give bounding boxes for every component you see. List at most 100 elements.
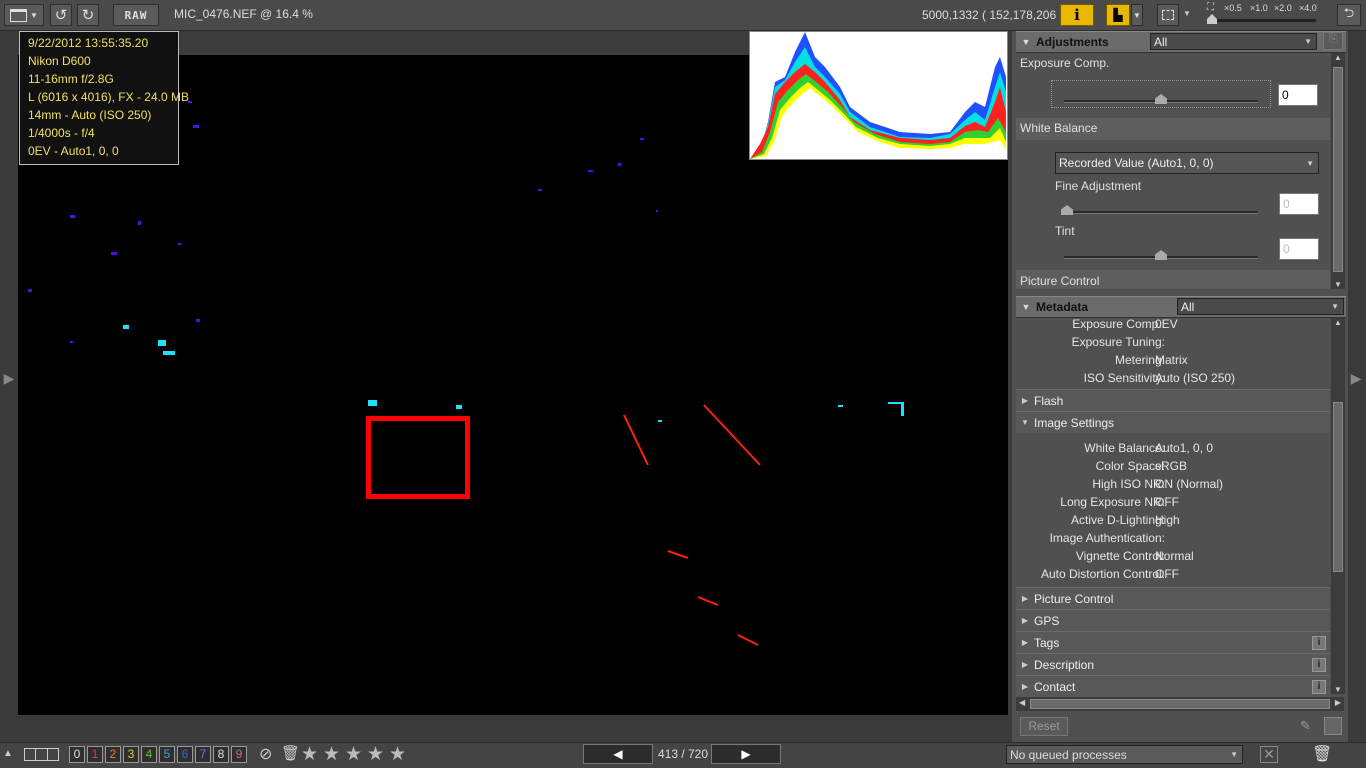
scroll-up-icon[interactable]: ▲ (1334, 318, 1342, 327)
tint-label: Tint (1055, 224, 1075, 238)
label-8[interactable]: 8 (213, 746, 229, 763)
next-panel-arrow[interactable]: ▶ (1346, 370, 1366, 400)
reject-trash-icon[interactable]: 🗑 (281, 744, 300, 762)
meta-value: OFF (1155, 495, 1179, 509)
metadata-hscrollbar[interactable]: ◀ ▶ (1016, 697, 1344, 711)
histogram-button[interactable]: ▙ (1106, 4, 1130, 26)
scroll-up-icon[interactable]: ▲ (1334, 53, 1342, 62)
tint-input[interactable]: 0 (1279, 238, 1319, 260)
scroll-right-icon[interactable]: ▶ (1335, 698, 1341, 707)
queue-select-value: No queued processes (1010, 747, 1127, 762)
label-7[interactable]: 7 (195, 746, 211, 763)
raw-button[interactable]: RAW (113, 4, 159, 26)
rotate-right-button[interactable]: ↻ (77, 4, 99, 26)
label-0[interactable]: 0 (69, 746, 85, 763)
edit-icon[interactable]: ✎ (1300, 718, 1311, 734)
expand-up-icon[interactable]: ▲ (3, 748, 13, 759)
meta-value: 0EV (1155, 317, 1178, 331)
rotate-left-button[interactable]: ↺ (50, 4, 72, 26)
description-section-label: Description (1034, 657, 1095, 672)
chevron-down-icon[interactable]: ▼ (1183, 9, 1191, 18)
queue-select[interactable]: No queued processes ▼ (1006, 745, 1243, 764)
scroll-down-icon[interactable]: ▼ (1334, 685, 1342, 694)
star-icon[interactable]: ★ (323, 743, 340, 766)
back-button[interactable]: ⮌ (1337, 4, 1361, 26)
star-icon[interactable]: ★ (367, 743, 384, 766)
contact-section[interactable]: ▶ Contact i (1016, 675, 1330, 697)
fine-adjustment-label: Fine Adjustment (1055, 179, 1142, 193)
label-3[interactable]: 3 (123, 746, 139, 763)
label-6[interactable]: 6 (177, 746, 193, 763)
white-balance-select[interactable]: Recorded Value (Auto1, 0, 0) ▼ (1055, 152, 1319, 174)
star-icon[interactable]: ★ (389, 743, 406, 766)
adjustments-copy-icon[interactable]: ⎘ (1323, 32, 1343, 50)
next-arrow-icon: ▶ (741, 747, 751, 761)
star-icon[interactable]: ★ (301, 743, 318, 766)
image-settings-section[interactable]: ▼ Image Settings (1016, 411, 1330, 433)
meta-row: Color Space: sRGB (1016, 459, 1330, 477)
metadata-scrollbar[interactable]: ▲ ▼ (1331, 318, 1345, 694)
gps-section[interactable]: ▶ GPS (1016, 609, 1330, 631)
meta-value: Auto (ISO 250) (1155, 371, 1236, 385)
picture-control-section[interactable]: ▶ Picture Control (1016, 587, 1330, 609)
prev-panel-arrow[interactable]: ▶ (0, 370, 18, 400)
fit-screen-icon (1162, 10, 1174, 20)
flash-section[interactable]: ▶ Flash (1016, 389, 1330, 411)
label-1[interactable]: 1 (87, 746, 103, 763)
info-icon[interactable]: i (1312, 657, 1326, 672)
save-icon[interactable] (1324, 717, 1342, 735)
exposure-value-input[interactable]: 0 (1278, 84, 1318, 106)
zoom-slider[interactable] (1208, 19, 1316, 22)
metadata-scroll-thumb[interactable] (1333, 402, 1343, 572)
info-datetime: 9/22/2012 13:55:35.20 (28, 36, 149, 50)
info-button[interactable]: i (1060, 4, 1094, 26)
fit-screen-button[interactable] (1157, 4, 1179, 26)
info-icon[interactable]: i (1312, 635, 1326, 650)
adjustments-filter-select[interactable]: All ▼ (1150, 33, 1317, 50)
histogram-dropdown[interactable]: ▼ (1131, 4, 1143, 26)
adjustments-scrollbar[interactable]: ▲ ▼ (1331, 53, 1345, 289)
meta-value: sRGB (1155, 459, 1188, 473)
fine-adjustment-input[interactable]: 0 (1279, 193, 1319, 215)
view-mode-dropdown[interactable]: ▼ (4, 4, 44, 26)
star-icon[interactable]: ★ (345, 743, 362, 766)
contact-section-label: Contact (1034, 679, 1076, 694)
metadata-filter-select[interactable]: All ▼ (1177, 298, 1344, 315)
tags-section-label: Tags (1034, 635, 1060, 650)
picture-control-section-label: Picture Control (1034, 591, 1114, 606)
zoom-label-3: ×4.0 (1299, 3, 1317, 13)
no-rating-icon[interactable]: ⊘ (259, 744, 272, 764)
tags-section[interactable]: ▶ Tags i (1016, 631, 1330, 653)
previous-image-button[interactable]: ◀ (583, 744, 653, 764)
scroll-left-icon[interactable]: ◀ (1019, 698, 1025, 707)
zoom-slider-knob[interactable] (1207, 14, 1217, 24)
hscroll-thumb[interactable] (1030, 699, 1330, 709)
description-section[interactable]: ▶ Description i (1016, 653, 1330, 675)
info-icon: i (1074, 6, 1080, 24)
fine-adjustment-slider[interactable] (1064, 211, 1258, 214)
expand-triangle-icon: ▶ (1021, 594, 1029, 603)
gps-section-label: GPS (1034, 613, 1060, 628)
next-image-button[interactable]: ▶ (711, 744, 781, 764)
adjustments-filter-value: All (1154, 34, 1168, 49)
label-9[interactable]: 9 (231, 746, 247, 763)
meta-row: Exposure Comp.: 0EV (1016, 317, 1330, 335)
chevron-down-icon: ▼ (1230, 750, 1238, 759)
window-icon (10, 8, 28, 22)
cancel-queue-icon[interactable]: ✕ (1260, 746, 1278, 763)
label-4[interactable]: 4 (141, 746, 157, 763)
adjustments-scroll-thumb[interactable] (1333, 67, 1343, 272)
label-2[interactable]: 2 (105, 746, 121, 763)
meta-value: Normal (1155, 549, 1194, 563)
trash-icon[interactable]: 🗑 (1312, 744, 1332, 764)
info-icon[interactable]: i (1312, 679, 1326, 694)
collapse-triangle-icon: ▼ (1021, 37, 1031, 47)
meta-row: Image Authentication: (1016, 531, 1330, 549)
rotate-left-icon: ↺ (54, 7, 68, 24)
rotate-right-icon: ↻ (81, 7, 95, 24)
meta-row: Exposure Tuning: (1016, 335, 1330, 353)
reset-button[interactable]: Reset (1020, 717, 1068, 736)
filmstrip-toggle[interactable] (24, 748, 59, 761)
scroll-down-icon[interactable]: ▼ (1334, 280, 1342, 289)
label-5[interactable]: 5 (159, 746, 175, 763)
